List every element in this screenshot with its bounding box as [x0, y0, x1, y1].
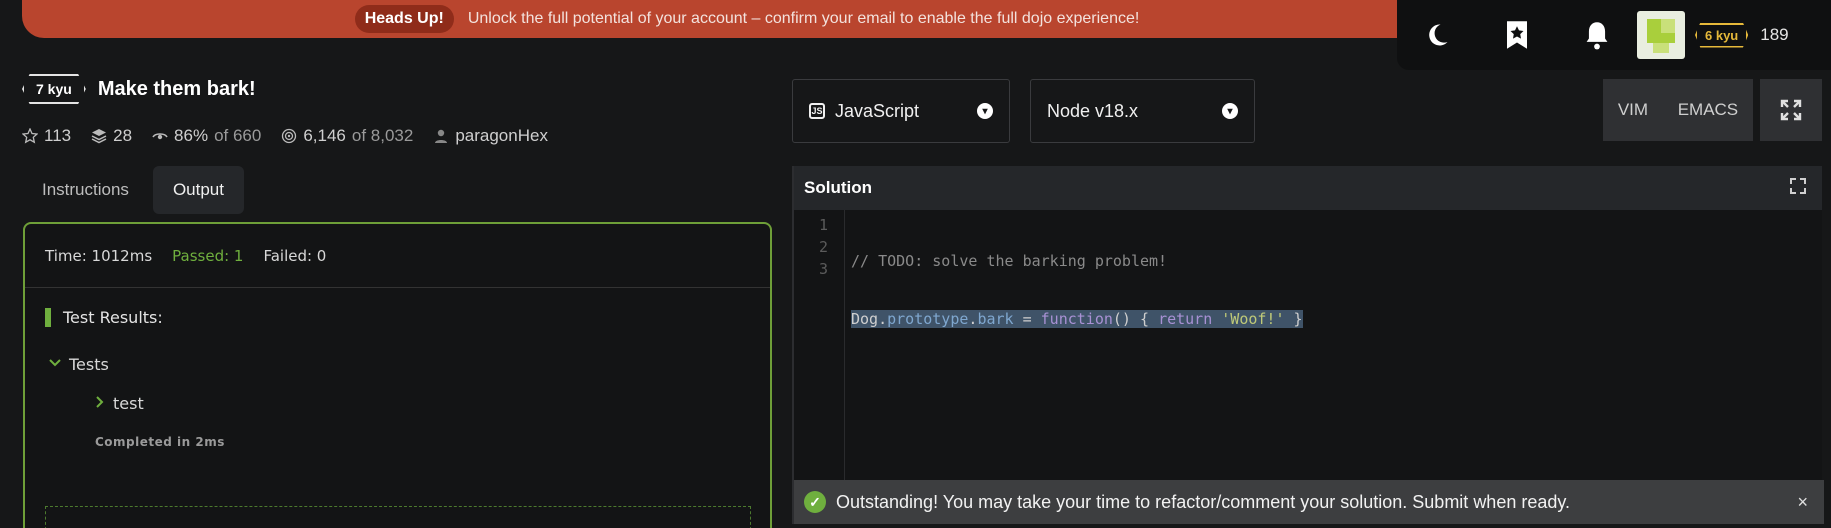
check-circle-icon: ✓: [804, 491, 826, 513]
output-summary: Time: 1012ms Passed: 1 Failed: 0: [25, 224, 770, 288]
tab-instructions[interactable]: Instructions: [22, 166, 149, 214]
author-stat[interactable]: paragonHex: [433, 126, 548, 146]
chevron-right-icon: [95, 395, 105, 412]
expand-icon: [1780, 99, 1802, 121]
failed-label: Failed: 0: [263, 246, 327, 265]
nodejs-icon: JS: [809, 103, 825, 119]
user-icon: [435, 129, 448, 143]
kata-stats: 113 28 86% of 660 6,146 of 8,032 paragon…: [22, 126, 548, 146]
tests-group[interactable]: Tests: [49, 355, 750, 374]
kata-title: Make them bark!: [97, 77, 256, 100]
dashed-separator: [45, 506, 751, 528]
target-icon: [282, 128, 297, 144]
fullscreen-button[interactable]: [1760, 79, 1822, 141]
code-comment: // TODO: solve the barking problem!: [851, 252, 1168, 270]
completed-time: Completed in 2ms: [95, 435, 225, 449]
passed-label: Passed: 1: [172, 246, 244, 265]
completed-stat: 6,146 of 8,032: [281, 126, 413, 146]
star-icon: [22, 128, 38, 144]
collections-stat[interactable]: 28: [91, 126, 132, 146]
runtime-label: Node v18.x: [1047, 100, 1139, 121]
kata-tabs: Instructions Output: [22, 166, 244, 214]
emacs-button[interactable]: EMACS: [1678, 100, 1738, 120]
satisfaction-stat: 86% of 660: [152, 126, 261, 146]
kata-rank-badge: 7 kyu: [22, 74, 86, 104]
language-select[interactable]: JS JavaScript ▾: [792, 79, 1010, 143]
bookmark-icon[interactable]: [1477, 20, 1557, 50]
toast-message: Outstanding! You may take your time to r…: [836, 491, 1571, 512]
email-confirm-banner: Heads Up! Unlock the full potential of y…: [22, 0, 1472, 38]
selected-code: Dog.prototype.bark = function() { return…: [851, 310, 1303, 328]
results-title: Test Results:: [45, 308, 750, 327]
solution-header: Solution: [794, 166, 1822, 210]
solution-panel: Solution 1 2 3 // TODO: solve the barkin…: [792, 166, 1824, 524]
chevron-down-icon: [49, 357, 61, 372]
chevron-down-icon: ▾: [1222, 103, 1238, 119]
expand-icon[interactable]: [1790, 177, 1806, 199]
tab-output[interactable]: Output: [152, 166, 244, 214]
banner-message[interactable]: Unlock the full potential of your accoun…: [468, 10, 1140, 28]
eye-icon: [152, 133, 168, 140]
code-editor[interactable]: 1 2 3 // TODO: solve the barking problem…: [794, 210, 1822, 524]
vim-button[interactable]: VIM: [1618, 100, 1648, 120]
code-line: Dog.prototype.bark = function() { return…: [851, 308, 1303, 330]
close-icon[interactable]: ×: [1797, 492, 1808, 513]
user-kyu: 6 kyu: [1695, 22, 1749, 48]
honor-count: 189: [1760, 25, 1789, 44]
test-item[interactable]: test: [95, 394, 750, 413]
line-number: 3: [818, 260, 828, 278]
kata-header: 7 kyu Make them bark!: [22, 74, 256, 104]
code-lines[interactable]: // TODO: solve the barking problem! Dog.…: [851, 214, 1303, 424]
stars-stat[interactable]: 113: [22, 126, 71, 146]
user-rank-badge[interactable]: 6 kyu: [1695, 22, 1749, 48]
heads-up-pill: Heads Up!: [354, 5, 454, 33]
code-line: // TODO: solve the barking problem!: [851, 250, 1303, 272]
time-label: Time: 1012ms: [45, 246, 153, 265]
language-label: JavaScript: [835, 100, 920, 121]
tests-group-label: Tests: [69, 355, 109, 374]
line-number-gutter: 1 2 3: [794, 210, 845, 524]
bell-icon[interactable]: [1557, 20, 1637, 50]
avatar[interactable]: [1637, 11, 1685, 59]
runtime-select[interactable]: Node v18.x ▾: [1030, 79, 1255, 143]
layers-icon: [91, 129, 107, 144]
moon-icon[interactable]: [1397, 21, 1477, 49]
user-bar: 6 kyu 189: [1397, 0, 1831, 70]
success-toast: ✓ Outstanding! You may take your time to…: [794, 480, 1824, 524]
test-results: Test Results: Tests test Completed in 2m…: [25, 288, 770, 469]
editor-mode-group: VIM EMACS: [1603, 79, 1753, 141]
output-panel: Time: 1012ms Passed: 1 Failed: 0 Test Re…: [23, 222, 772, 528]
line-number: 1: [818, 216, 828, 234]
solution-title: Solution: [804, 178, 872, 197]
line-number: 2: [818, 238, 828, 256]
test-label: test: [113, 394, 144, 413]
chevron-down-icon: ▾: [977, 103, 993, 119]
